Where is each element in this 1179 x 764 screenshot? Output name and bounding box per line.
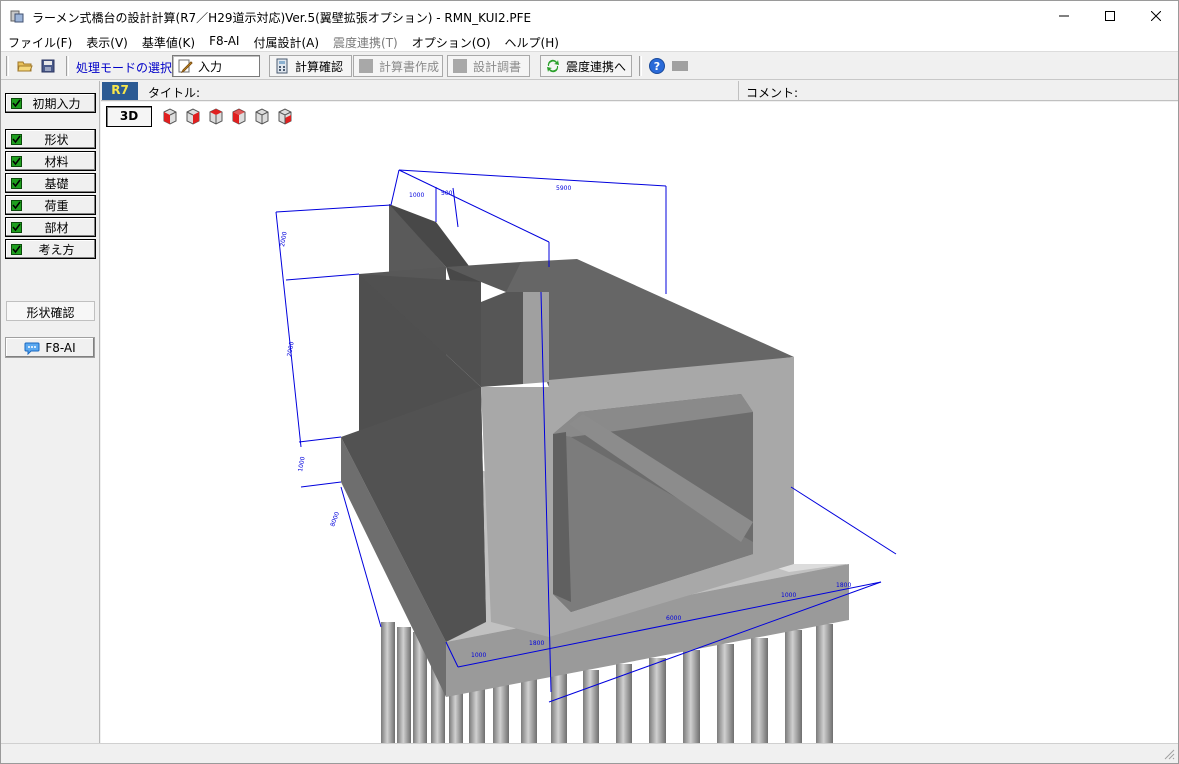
- check-icon: [11, 243, 22, 255]
- help-icon[interactable]: ?: [648, 57, 666, 75]
- dim-label: 1000: [297, 456, 307, 472]
- mode-selection-label: 処理モードの選択: [76, 61, 173, 75]
- check-icon: [11, 177, 22, 189]
- sidebar-item-member[interactable]: 部材: [5, 217, 96, 237]
- menu-seismic-link[interactable]: 震度連携(T): [326, 31, 405, 51]
- menu-standard-values[interactable]: 基準値(K): [135, 31, 202, 51]
- abutment-3d-model: 1000 500 5900 2000 2000 1000 1000 1800 6…: [275, 169, 897, 743]
- sidebar-item-approach[interactable]: 考え方: [5, 239, 96, 259]
- calc-check-label: 計算確認: [295, 59, 344, 74]
- input-mode-button[interactable]: 入力: [172, 55, 260, 77]
- 3d-viewport[interactable]: 3D 1000 500 5900 2000 2000 1000 1000 180…: [101, 102, 1178, 743]
- title-field-label: タイトル:: [148, 86, 201, 100]
- minimize-icon: [1059, 15, 1069, 17]
- report-create-label: 計算書作成: [379, 59, 440, 74]
- svg-text:?: ?: [654, 60, 660, 73]
- status-bar: [1, 743, 1178, 763]
- dim-label: 1000: [471, 652, 486, 659]
- minimize-button[interactable]: [1041, 1, 1087, 31]
- input-mode-label: 入力: [198, 59, 223, 74]
- seismic-link-button[interactable]: 震度連携へ: [540, 55, 632, 77]
- check-icon: [11, 97, 22, 109]
- initial-input-button[interactable]: 初期入力: [5, 93, 96, 113]
- disabled-tool-icon[interactable]: [671, 57, 689, 75]
- calc-check-button[interactable]: 計算確認: [269, 55, 352, 77]
- design-sheet-button[interactable]: 設計調書: [447, 55, 530, 77]
- dim-label: 1800: [529, 640, 544, 647]
- sidebar-item-shape[interactable]: 形状: [5, 129, 96, 149]
- report-create-button[interactable]: 計算書作成: [353, 55, 443, 77]
- resize-grip-icon[interactable]: [1163, 748, 1175, 760]
- f8ai-label: F8-AI: [45, 340, 76, 355]
- menu-options[interactable]: オプション(O): [405, 31, 498, 51]
- sidebar-item-label: 荷重: [44, 198, 69, 213]
- pencil-note-icon: [178, 59, 193, 74]
- dim-label: 8000: [329, 511, 341, 528]
- app-window: ラーメン式橋台の設計計算(R7／H29道示対応)Ver.5(翼壁拡張オプション)…: [0, 0, 1179, 764]
- check-icon: [11, 155, 22, 167]
- initial-input-label: 初期入力: [32, 96, 81, 111]
- toolbar-grip[interactable]: [639, 56, 642, 76]
- close-button[interactable]: [1133, 1, 1179, 31]
- maximize-icon: [1105, 11, 1115, 21]
- menu-bar: ファイル(F) 表示(V) 基準値(K) F8-AI 付属設計(A) 震度連携(…: [1, 31, 1178, 51]
- dim-label: 2000: [279, 231, 289, 247]
- design-sheet-label: 設計調書: [473, 59, 522, 74]
- report-icon: [359, 59, 373, 73]
- check-icon: [11, 199, 22, 211]
- menu-view[interactable]: 表示(V): [79, 31, 135, 51]
- menu-attached-design[interactable]: 付属設計(A): [246, 31, 326, 51]
- dim-label: 1800: [836, 582, 851, 589]
- dim-label: 1000: [409, 192, 424, 199]
- sidebar-item-load[interactable]: 荷重: [5, 195, 96, 215]
- standard-badge: R7: [102, 82, 138, 100]
- menu-help[interactable]: ヘルプ(H): [498, 31, 566, 51]
- sidebar-item-label: 形状: [44, 132, 69, 147]
- comment-field-label: コメント:: [746, 86, 799, 100]
- open-folder-icon[interactable]: [16, 57, 34, 75]
- design-sheet-icon: [453, 59, 467, 73]
- check-icon: [11, 221, 22, 233]
- save-icon[interactable]: [39, 57, 57, 75]
- left-navigation-panel: 初期入力 形状 材料 基礎 荷重 部材 考え方 形状確認 F8-AI: [1, 81, 100, 743]
- sidebar-item-label: 部材: [44, 220, 69, 235]
- sidebar-item-material[interactable]: 材料: [5, 151, 96, 171]
- calculator-icon: [276, 58, 288, 74]
- toolbar-grip[interactable]: [6, 56, 9, 76]
- toolbar-grip[interactable]: [66, 56, 69, 76]
- app-icon: [10, 10, 24, 23]
- info-bar: R7 タイトル: コメント:: [101, 81, 1178, 101]
- dim-label: 5900: [556, 185, 571, 192]
- main-toolbar: 処理モードの選択 入力 計算確認 計算書作成 設計調書 震度連携へ ?: [1, 51, 1178, 80]
- info-divider: [738, 81, 739, 101]
- dim-label: 1000: [781, 592, 796, 599]
- sync-arrows-icon: [547, 59, 559, 73]
- sidebar-item-foundation[interactable]: 基礎: [5, 173, 96, 193]
- sidebar-item-label: 考え方: [38, 242, 75, 257]
- seismic-link-label: 震度連携へ: [566, 59, 627, 74]
- sidebar-item-label: 材料: [44, 154, 69, 169]
- sidebar-item-label: 基礎: [44, 176, 69, 191]
- shape-confirm-button[interactable]: 形状確認: [6, 301, 95, 321]
- dim-label: 6000: [666, 615, 681, 622]
- window-title: ラーメン式橋台の設計計算(R7／H29道示対応)Ver.5(翼壁拡張オプション)…: [32, 11, 532, 25]
- title-bar[interactable]: ラーメン式橋台の設計計算(R7／H29道示対応)Ver.5(翼壁拡張オプション)…: [1, 1, 1178, 31]
- menu-f8ai[interactable]: F8-AI: [202, 31, 246, 51]
- maximize-button[interactable]: [1087, 1, 1133, 31]
- dim-label: 2000: [286, 341, 296, 357]
- check-icon: [11, 133, 22, 145]
- dim-label: 500: [441, 190, 453, 197]
- menu-file[interactable]: ファイル(F): [1, 31, 79, 51]
- chat-bubble-icon: [24, 342, 40, 355]
- close-icon: [1151, 11, 1161, 21]
- f8ai-button[interactable]: F8-AI: [5, 337, 95, 358]
